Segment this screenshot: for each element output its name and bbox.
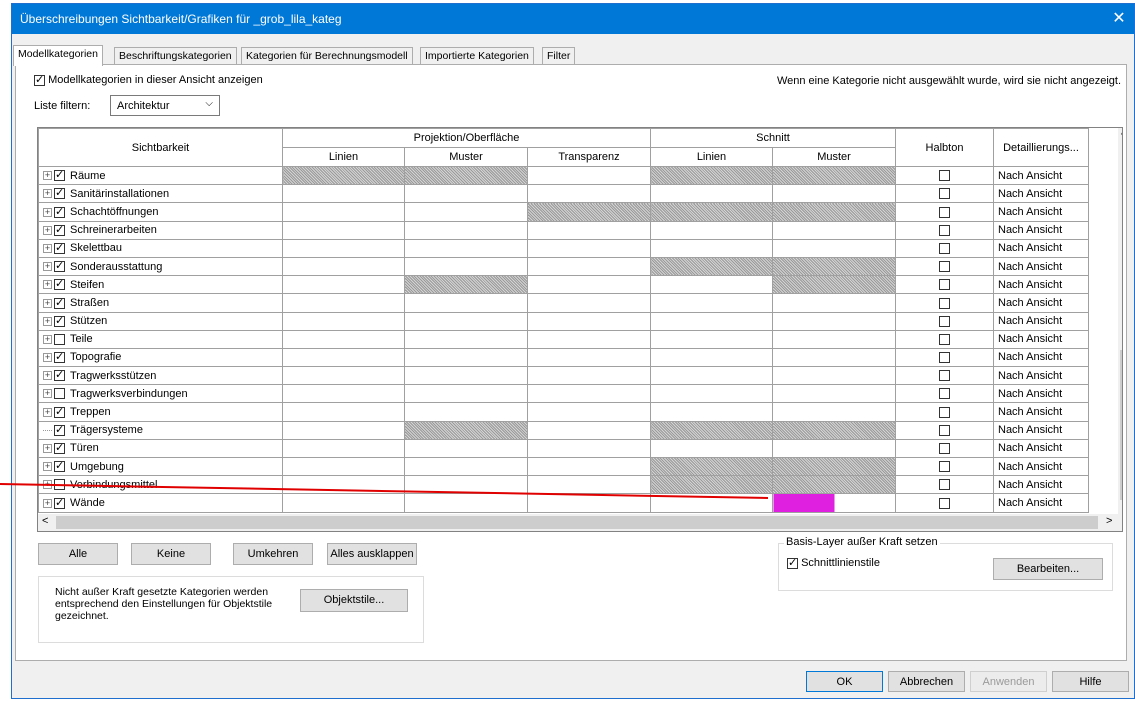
annotation-red-arrow [0, 483, 769, 499]
tab-model-categories[interactable]: Modellkategorien [13, 45, 103, 66]
annotation-arrow-layer [0, 483, 769, 499]
